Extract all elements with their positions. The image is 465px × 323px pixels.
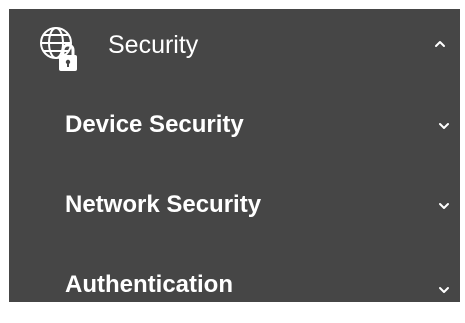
submenu-item-label: Device Security xyxy=(65,111,244,138)
submenu-item-network-security[interactable]: Network Security xyxy=(9,167,460,243)
chevron-down-icon[interactable] xyxy=(437,119,451,133)
submenu-item-authentication[interactable]: Authentication xyxy=(9,247,460,323)
security-panel: Security Device Security Network Securit… xyxy=(0,0,465,302)
security-menu-title: Security xyxy=(108,31,199,59)
security-menu: Security Device Security Network Securit… xyxy=(9,9,460,302)
globe-lock-icon xyxy=(35,21,87,73)
security-menu-header[interactable]: Security xyxy=(9,9,460,83)
submenu-item-label: Authentication xyxy=(65,271,233,298)
submenu-item-label: Network Security xyxy=(65,191,262,218)
chevron-down-icon[interactable] xyxy=(437,199,451,213)
chevron-down-icon[interactable] xyxy=(437,283,451,297)
submenu-item-device-security[interactable]: Device Security xyxy=(9,87,460,163)
chevron-up-icon[interactable] xyxy=(433,37,447,51)
